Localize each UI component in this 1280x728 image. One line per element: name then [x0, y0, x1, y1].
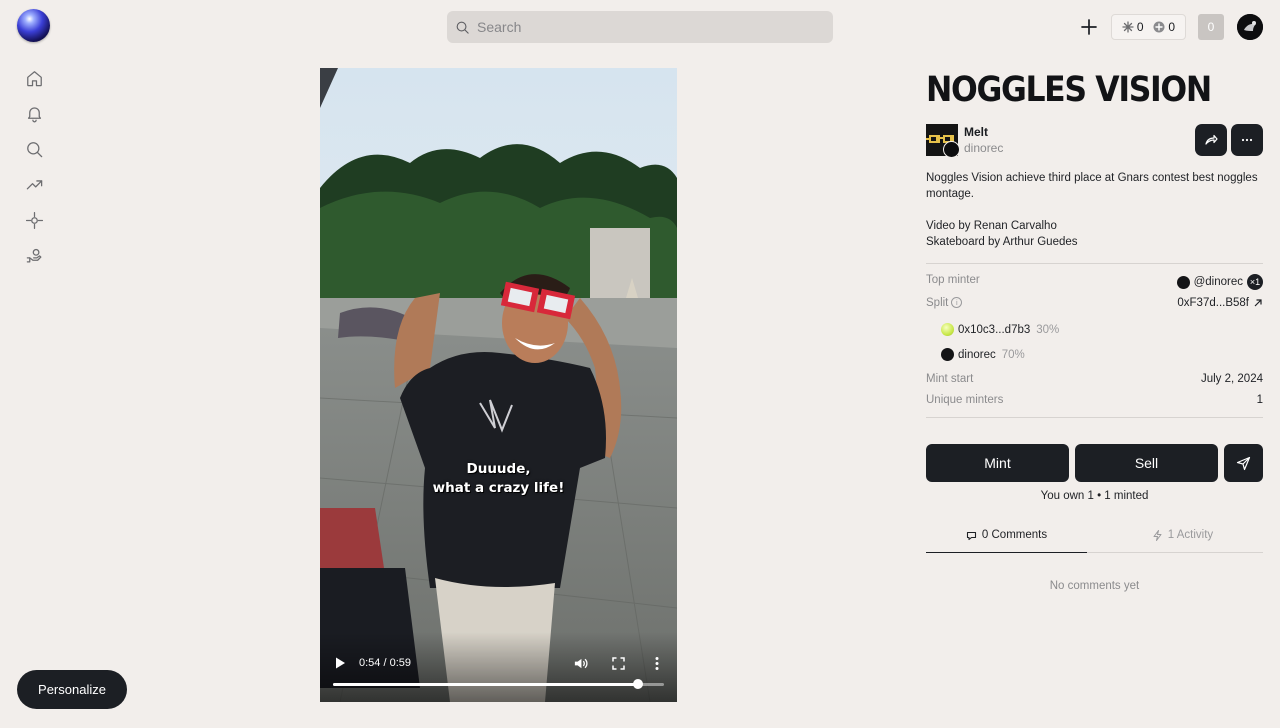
video-player[interactable]: Duuude, what a crazy life! 0:54 / 0:59: [320, 68, 677, 702]
counter-plus[interactable]: 0: [1153, 20, 1175, 34]
bell-icon[interactable]: [22, 102, 46, 126]
video-caption-line-1: Duuude,: [466, 461, 531, 477]
recipient-avatar: [941, 323, 954, 336]
personalize-button[interactable]: Personalize: [17, 670, 127, 709]
more-vertical-icon[interactable]: [654, 656, 660, 671]
mint-start-value: July 2, 2024: [1200, 373, 1263, 385]
home-icon[interactable]: [22, 66, 46, 90]
split-recipient[interactable]: 0x10c3...d7b3 30%: [941, 323, 1059, 336]
send-button[interactable]: [1224, 444, 1263, 482]
post-details-panel: NOGGLES VISION Melt dinorec Noggles Visi…: [926, 68, 1263, 592]
tab-comments[interactable]: 0 Comments: [926, 526, 1087, 553]
recipient-avatar: [941, 348, 954, 361]
recipient-name: dinorec: [958, 348, 996, 361]
create-button[interactable]: [1079, 17, 1099, 37]
top-minter-label: Top minter: [926, 274, 980, 286]
app-logo[interactable]: [17, 9, 50, 42]
mint-start-label: Mint start: [926, 373, 974, 385]
send-icon: [1236, 456, 1251, 470]
top-minter-avatar: [1176, 275, 1190, 289]
unique-minters-row: Unique minters 1: [926, 394, 1263, 410]
external-link-icon: [1254, 299, 1262, 307]
counter-sparkle-value: 0: [1136, 20, 1144, 34]
video-caption-line-2: what a crazy life!: [432, 480, 565, 496]
points-counter: 0 0: [1111, 14, 1186, 40]
unique-minters-label: Unique minters: [926, 394, 1004, 406]
post-title: NOGGLES VISION: [926, 70, 1212, 110]
video-caption: Duuude, what a crazy life!: [320, 460, 677, 498]
mint-button[interactable]: Mint: [926, 444, 1069, 482]
top-minter-value[interactable]: @dinorec ×1: [1176, 274, 1263, 290]
description-line-2: Video by Renan Carvalho: [926, 220, 1057, 232]
more-options-button[interactable]: [1231, 124, 1263, 156]
split-row: Split i 0xF37d...B58f: [926, 297, 1263, 313]
counter-plus-value: 0: [1168, 20, 1176, 34]
divider: [926, 417, 1263, 418]
post-tabs: 0 Comments 1 Activity: [926, 526, 1263, 553]
empty-comments-text: No comments yet: [1049, 580, 1140, 592]
search-icon: [456, 21, 469, 34]
top-minter-row: Top minter @dinorec ×1: [926, 274, 1263, 290]
video-frame-image: [320, 68, 677, 702]
share-button[interactable]: [1195, 124, 1227, 156]
sidebar-nav: [22, 66, 46, 279]
creator-handle[interactable]: dinorec: [964, 141, 1003, 155]
video-progress-bar[interactable]: [333, 683, 664, 686]
video-progress-fill: [333, 683, 638, 686]
description-line-3: Skateboard by Arthur Guedes: [926, 236, 1078, 248]
video-time: 0:54 / 0:59: [359, 657, 411, 669]
hand-coin-icon[interactable]: [22, 244, 46, 268]
search-input[interactable]: [477, 19, 817, 35]
unique-minters-value: 1: [1256, 394, 1263, 406]
tab-activity[interactable]: 1 Activity: [1102, 526, 1263, 553]
recipient-name: 0x10c3...d7b3: [958, 323, 1031, 336]
play-icon[interactable]: [334, 656, 346, 670]
plus-icon: [1081, 19, 1097, 35]
volume-icon[interactable]: [573, 656, 588, 671]
notification-count[interactable]: 0: [1198, 14, 1224, 40]
top-minter-count: ×1: [1247, 274, 1263, 290]
trending-icon[interactable]: [22, 173, 46, 197]
comment-icon: [966, 531, 976, 541]
split-address-link[interactable]: 0xF37d...B58f: [1177, 297, 1263, 309]
tab-activity-label: 1 Activity: [1167, 529, 1214, 541]
fullscreen-icon[interactable]: [612, 657, 625, 670]
more-horizontal-icon: [1241, 138, 1253, 142]
plus-circle-icon: [1153, 21, 1165, 33]
ownership-text: You own 1 • 1 minted: [1040, 490, 1149, 502]
crosshair-icon[interactable]: [22, 208, 46, 232]
sparkle-icon: [1122, 21, 1134, 33]
search-bar[interactable]: [447, 11, 833, 43]
recipient-pct: 70%: [1001, 348, 1025, 361]
creator-row: Melt dinorec: [926, 124, 1263, 160]
info-icon[interactable]: i: [951, 297, 963, 308]
split-label: Split: [926, 297, 949, 309]
split-recipient[interactable]: dinorec 70%: [941, 348, 1025, 361]
counter-sparkle[interactable]: 0: [1122, 20, 1144, 34]
split-address: 0xF37d...B58f: [1177, 297, 1249, 309]
share-icon: [1205, 134, 1218, 145]
split-label-wrap: Split i: [926, 297, 963, 309]
top-minter-handle: @dinorec: [1193, 276, 1243, 288]
sell-button[interactable]: Sell: [1075, 444, 1218, 482]
search-icon[interactable]: [22, 137, 46, 161]
description-line-1: Noggles Vision achieve third place at Gn…: [926, 172, 1258, 200]
post-description: Noggles Vision achieve third place at Gn…: [926, 170, 1263, 250]
recipient-pct: 30%: [1036, 323, 1060, 336]
lightning-icon: [1153, 530, 1162, 541]
creator-name[interactable]: Melt: [964, 125, 988, 139]
video-progress-thumb[interactable]: [632, 679, 643, 689]
mint-start-row: Mint start July 2, 2024: [926, 373, 1263, 389]
user-avatar[interactable]: [1237, 14, 1263, 40]
divider: [926, 263, 1263, 264]
tab-comments-label: 0 Comments: [981, 529, 1048, 541]
creator-avatar[interactable]: [943, 141, 960, 158]
